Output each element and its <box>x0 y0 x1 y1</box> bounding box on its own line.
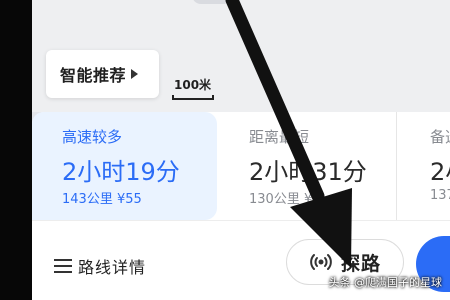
route-distance: 130公里 <box>249 192 300 207</box>
scale-label: 100米 <box>174 78 212 92</box>
route-panel: 高速较多 2小时19分 143公里 ¥55 距离最短 2小时31分 130公里 … <box>32 112 450 300</box>
navigation-screen: 智能推荐 100米 高速较多 2小时19分 143公里 ¥55 距离最短 2小时… <box>0 0 450 300</box>
route-meta: 137 <box>430 188 450 203</box>
route-meta: 130公里 ¥ <box>249 188 312 207</box>
map-scale-bar: 100米 <box>170 76 216 100</box>
smart-recommend-button[interactable]: 智能推荐 <box>46 50 159 98</box>
route-details-button[interactable]: 路线详情 <box>54 248 146 284</box>
route-option-1[interactable]: 高速较多 2小时19分 143公里 ¥55 <box>32 112 217 220</box>
route-option-3[interactable]: 备选 2小 137 <box>398 112 450 220</box>
route-toll: ¥ <box>303 192 313 207</box>
route-duration: 2小时19分 <box>62 158 180 186</box>
divider <box>32 220 450 221</box>
list-icon <box>54 259 72 273</box>
screen-edge <box>0 0 32 300</box>
route-option-2[interactable]: 距离最短 2小时31分 130公里 ¥ <box>217 112 397 220</box>
map-feature <box>192 0 232 4</box>
route-toll: ¥55 <box>116 192 142 207</box>
route-tag: 高速较多 <box>62 128 123 146</box>
play-arrow-icon <box>131 69 139 79</box>
route-duration: 2小时31分 <box>249 158 367 186</box>
route-details-label: 路线详情 <box>78 258 147 277</box>
route-tag: 距离最短 <box>249 128 310 146</box>
route-duration: 2小 <box>430 158 450 186</box>
explore-road-label: 探路 <box>340 252 381 275</box>
route-distance: 143公里 <box>62 192 113 207</box>
route-meta: 143公里 ¥55 <box>62 188 142 207</box>
watermark: 头条 @爬满国子的星球 <box>328 276 443 289</box>
scale-ruler <box>172 95 214 100</box>
broadcast-icon <box>310 254 332 270</box>
route-distance: 137 <box>430 188 450 203</box>
smart-recommend-label: 智能推荐 <box>60 66 127 85</box>
route-tag: 备选 <box>430 128 450 146</box>
